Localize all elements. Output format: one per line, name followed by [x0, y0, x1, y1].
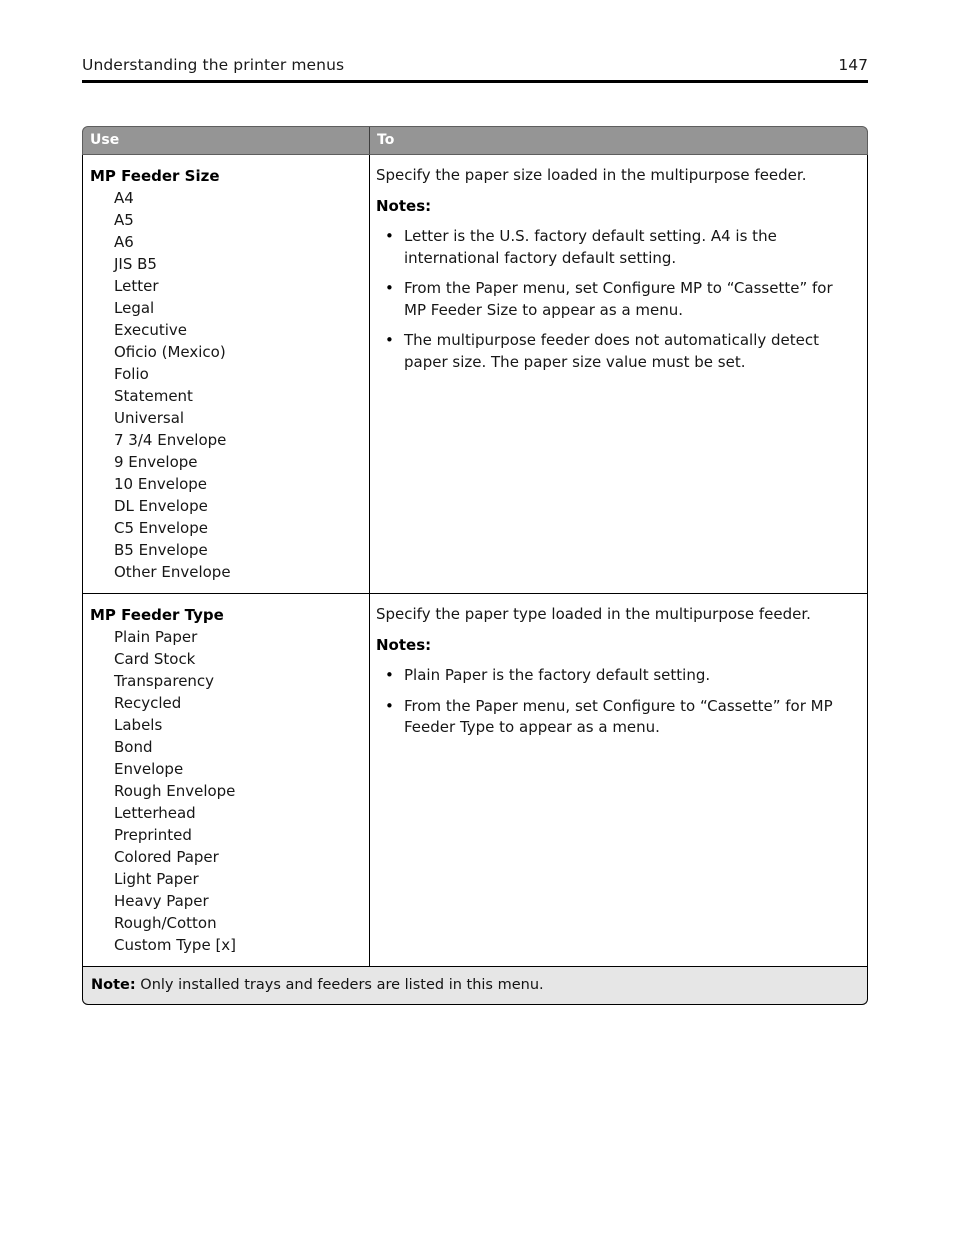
note-item: • From the Paper menu, set Configure MP …	[376, 278, 857, 321]
note-text: From the Paper menu, set Configure to “C…	[404, 696, 833, 737]
list-item: Executive	[114, 321, 188, 339]
bullet-icon: •	[385, 227, 394, 245]
list-item: JIS B5	[114, 255, 157, 273]
note-item: • From the Paper menu, set Configure to …	[376, 696, 857, 739]
list-item: Letterhead	[114, 804, 196, 822]
table-row: MP Feeder Type Plain Paper Card Stock Tr…	[82, 594, 868, 967]
bullet-icon: •	[385, 331, 394, 349]
table-row: MP Feeder Size A4 A5 A6 JIS B5 Letter Le…	[82, 155, 868, 594]
document-page: Understanding the printer menus 147 Use …	[0, 0, 954, 1235]
page-title: Understanding the printer menus	[82, 56, 345, 74]
list-item: A6	[114, 233, 134, 251]
list-item: Transparency	[114, 672, 215, 690]
note-text: The multipurpose feeder does not automat…	[404, 331, 819, 371]
list-item: 7 3/4 Envelope	[114, 431, 227, 449]
list-item: Envelope	[114, 760, 184, 778]
bullet-icon: •	[385, 666, 394, 684]
list-item: Letter	[114, 277, 159, 295]
bullet-icon: •	[385, 279, 394, 297]
list-item: A4	[114, 189, 134, 207]
column-header-use: Use	[83, 127, 370, 154]
note-text: From the Paper menu, set Configure MP to…	[404, 279, 833, 319]
table-footer-note: Note: Only installed trays and feeders a…	[82, 967, 868, 1005]
list-item: Rough Envelope	[114, 782, 236, 800]
setting-description: Specify the paper type loaded in the mul…	[376, 605, 811, 623]
list-item: Recycled	[114, 694, 182, 712]
list-item: Universal	[114, 409, 185, 427]
list-item: Custom Type [x]	[114, 936, 237, 954]
list-item: Light Paper	[114, 870, 199, 888]
list-item: Rough/Cotton	[114, 914, 217, 932]
notes-list: • Letter is the U.S. factory default set…	[376, 226, 857, 373]
note-item: • Letter is the U.S. factory default set…	[376, 226, 857, 269]
list-item: B5 Envelope	[114, 541, 208, 559]
list-item: Oficio (Mexico)	[114, 343, 226, 361]
header-rule	[82, 80, 868, 83]
cell-use: MP Feeder Size A4 A5 A6 JIS B5 Letter Le…	[83, 155, 370, 593]
column-header-to: To	[377, 132, 395, 148]
setting-name: MP Feeder Type	[90, 606, 224, 624]
list-item: Card Stock	[114, 650, 196, 668]
list-item: Plain Paper	[114, 628, 198, 646]
list-item: Bond	[114, 738, 153, 756]
list-item: DL Envelope	[114, 497, 208, 515]
notes-label: Notes:	[376, 636, 432, 654]
note-item: • The multipurpose feeder does not autom…	[376, 330, 857, 373]
footer-note-text: Only installed trays and feeders are lis…	[135, 977, 544, 993]
list-item: Legal	[114, 299, 155, 317]
list-item: Statement	[114, 387, 193, 405]
list-item: Preprinted	[114, 826, 192, 844]
cell-use: MP Feeder Type Plain Paper Card Stock Tr…	[83, 594, 370, 966]
note-text: Plain Paper is the factory default setti…	[404, 666, 711, 684]
list-item: Heavy Paper	[114, 892, 209, 910]
list-item: Labels	[114, 716, 163, 734]
cell-to: Specify the paper type loaded in the mul…	[370, 594, 867, 966]
footer-note-label: Note:	[91, 977, 136, 993]
note-item: • Plain Paper is the factory default set…	[376, 665, 857, 687]
setting-name: MP Feeder Size	[90, 167, 220, 185]
list-item: 9 Envelope	[114, 453, 198, 471]
notes-list: • Plain Paper is the factory default set…	[376, 665, 857, 739]
page-number: 147	[838, 56, 868, 74]
note-text: Letter is the U.S. factory default setti…	[404, 227, 777, 267]
list-item: A5	[114, 211, 134, 229]
cell-to: Specify the paper size loaded in the mul…	[370, 155, 867, 593]
table-header-row: Use To	[82, 126, 868, 155]
list-item: Colored Paper	[114, 848, 219, 866]
list-item: Other Envelope	[114, 563, 231, 581]
running-header: Understanding the printer menus 147	[82, 56, 868, 86]
setting-description: Specify the paper size loaded in the mul…	[376, 166, 807, 184]
setting-options-list: A4 A5 A6 JIS B5 Letter Legal Executive O…	[89, 187, 361, 583]
list-item: C5 Envelope	[114, 519, 208, 537]
setting-options-list: Plain Paper Card Stock Transparency Recy…	[89, 626, 361, 956]
printer-menu-table: Use To MP Feeder Size A4 A5 A6 JIS B5 Le…	[82, 126, 868, 1005]
bullet-icon: •	[385, 696, 394, 715]
notes-label: Notes:	[376, 197, 432, 215]
list-item: Folio	[114, 365, 149, 383]
list-item: 10 Envelope	[114, 475, 208, 493]
